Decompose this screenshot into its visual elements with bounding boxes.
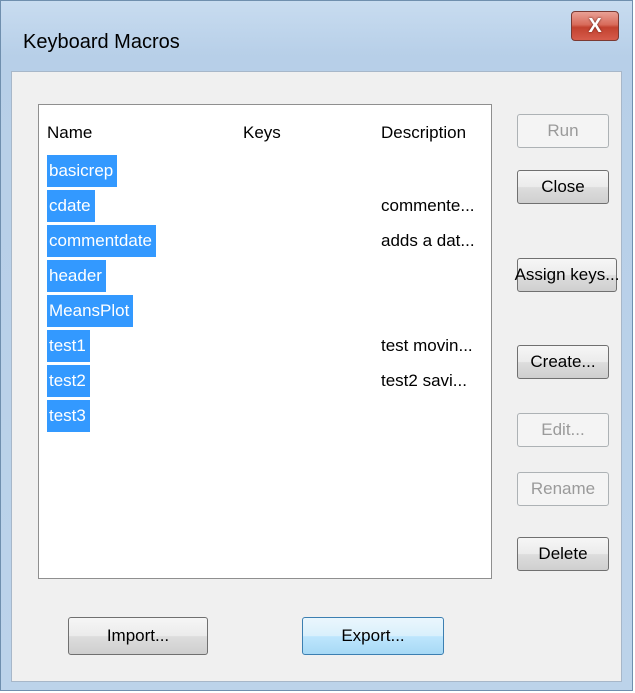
macro-name: MeansPlot bbox=[47, 295, 134, 327]
list-item[interactable]: header bbox=[39, 260, 491, 292]
close-button[interactable]: Close bbox=[517, 170, 609, 204]
close-window-button[interactable]: X bbox=[571, 11, 619, 41]
macro-name: cdate bbox=[47, 190, 95, 222]
edit-button[interactable]: Edit... bbox=[517, 413, 609, 447]
close-button-label: Close bbox=[541, 177, 585, 196]
create-button-label: Create... bbox=[530, 352, 596, 371]
list-item[interactable]: test2 test2 savi... bbox=[39, 365, 491, 397]
macro-description: test movin... bbox=[381, 336, 473, 355]
close-icon: X bbox=[588, 14, 602, 37]
column-header-keys[interactable]: Keys bbox=[243, 123, 281, 143]
export-button[interactable]: Export... bbox=[302, 617, 444, 655]
list-item[interactable]: basicrep bbox=[39, 155, 491, 187]
dialog-title: Keyboard Macros bbox=[23, 31, 180, 53]
macro-name: test1 bbox=[47, 330, 90, 362]
macro-name: header bbox=[47, 260, 106, 292]
list-item[interactable]: cdate commente... bbox=[39, 190, 491, 222]
title-bar[interactable]: Keyboard Macros X bbox=[1, 1, 632, 71]
macro-list[interactable]: Name Keys Description basicrep cdate com… bbox=[38, 104, 492, 579]
macro-name: test3 bbox=[47, 400, 90, 432]
dialog-client-area: Name Keys Description basicrep cdate com… bbox=[11, 71, 622, 682]
macro-name: basicrep bbox=[47, 155, 118, 187]
rename-button-label: Rename bbox=[530, 479, 596, 498]
rename-button[interactable]: Rename bbox=[517, 472, 609, 506]
delete-button-label: Delete bbox=[538, 544, 588, 563]
import-button[interactable]: Import... bbox=[68, 617, 208, 655]
list-item[interactable]: MeansPlot bbox=[39, 295, 491, 327]
column-header-description[interactable]: Description bbox=[381, 123, 466, 143]
list-item[interactable]: commentdate adds a dat... bbox=[39, 225, 491, 257]
keyboard-macros-dialog: Keyboard Macros X Name Keys Description … bbox=[0, 0, 633, 691]
edit-button-label: Edit... bbox=[541, 420, 585, 439]
assign-keys-button-label: Assign keys... bbox=[514, 265, 620, 284]
delete-button[interactable]: Delete bbox=[517, 537, 609, 571]
list-item[interactable]: test1 test movin... bbox=[39, 330, 491, 362]
run-button-label: Run bbox=[547, 121, 579, 140]
assign-keys-button[interactable]: Assign keys... bbox=[514, 258, 620, 292]
macro-description: adds a dat... bbox=[381, 231, 475, 250]
create-button[interactable]: Create... bbox=[517, 345, 609, 379]
run-button[interactable]: Run bbox=[517, 114, 609, 148]
macro-name: test2 bbox=[47, 365, 90, 397]
macro-description: commente... bbox=[381, 196, 475, 215]
import-button-label: Import... bbox=[106, 626, 170, 645]
macro-name: commentdate bbox=[47, 225, 156, 257]
column-header-name[interactable]: Name bbox=[47, 123, 92, 143]
list-header: Name Keys Description bbox=[39, 105, 491, 151]
export-button-label: Export... bbox=[341, 626, 405, 645]
list-item[interactable]: test3 bbox=[39, 400, 491, 432]
macro-description: test2 savi... bbox=[381, 371, 467, 390]
